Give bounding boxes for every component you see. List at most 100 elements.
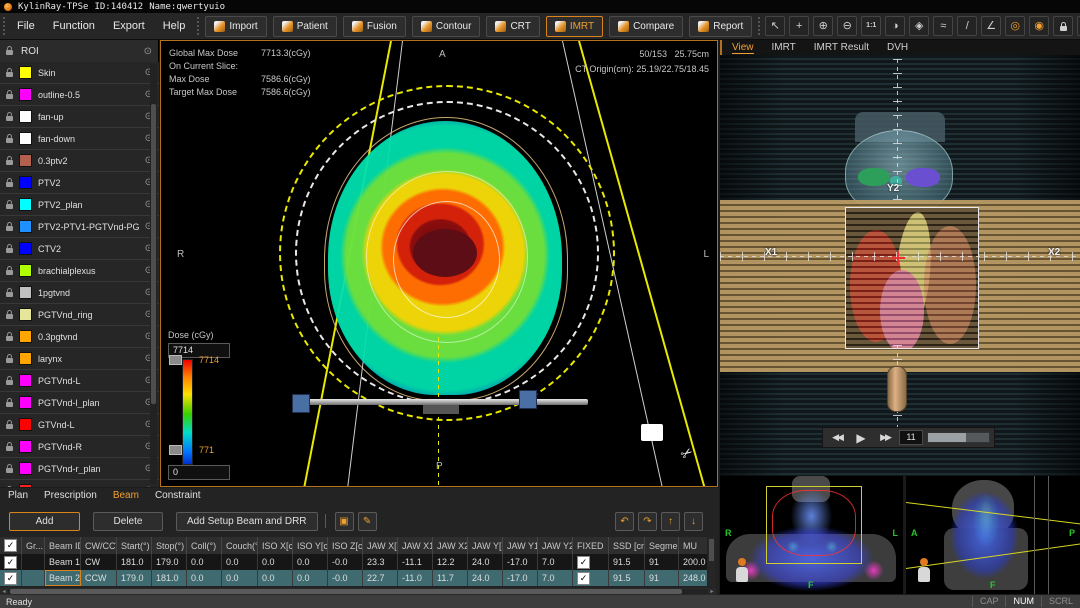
beam-row-1[interactable]: ✓Beam 1CW181.0179.00.00.00.00.0-0.023.3-… (0, 554, 707, 570)
ruler-icon[interactable]: / (957, 16, 977, 36)
cell[interactable]: Beam 1 (45, 554, 81, 570)
cell[interactable]: 23.3 (363, 554, 398, 570)
column-header-MU[interactable]: MU (679, 537, 707, 554)
column-header-Beam ID[interactable]: Beam ID (45, 537, 81, 554)
tab-view[interactable]: View (732, 42, 754, 54)
scroll-right-arrow[interactable]: ▸ (708, 588, 716, 595)
module-crt-button[interactable]: CRT (486, 16, 539, 37)
dose-min-input[interactable]: 0 (168, 465, 230, 480)
add-beam-button[interactable]: Add (9, 512, 80, 531)
roi-item-larynx[interactable]: larynx⊙ (0, 348, 159, 370)
cell[interactable]: 7.0 (538, 570, 573, 586)
pan-icon[interactable]: + (789, 16, 809, 36)
dose-profile-icon[interactable]: ≈ (933, 16, 953, 36)
cell[interactable]: CW (81, 554, 117, 570)
lock-icon[interactable] (6, 314, 13, 319)
segment-number-input[interactable]: 11 (899, 430, 923, 445)
pointer-icon[interactable]: ↖ (765, 16, 785, 36)
module-patient-button[interactable]: Patient (273, 16, 337, 37)
roi-item[interactable]: ⊙ (0, 480, 159, 487)
module-import-button[interactable]: Import (205, 16, 266, 37)
shift-down-icon[interactable]: ↓ (684, 512, 703, 531)
module-imrt-button[interactable]: IMRT (546, 16, 603, 37)
lock-icon[interactable] (6, 468, 13, 473)
rewind-button[interactable]: ◀◀ (827, 432, 847, 443)
zoom-out-icon[interactable]: ⊖ (837, 16, 857, 36)
cell[interactable]: 181.0 (117, 554, 152, 570)
cell[interactable]: ✓ (573, 570, 609, 586)
axial-dose-view[interactable]: ✂ Global Max Dose7713.3(cGy) On Current … (160, 40, 718, 487)
cell[interactable]: -11.1 (398, 554, 433, 570)
cell[interactable] (22, 570, 45, 586)
cell[interactable]: CCW (81, 570, 117, 586)
sagittal-dose-view[interactable]: A P F (906, 476, 1080, 594)
lock-icon[interactable] (6, 204, 13, 209)
cell[interactable]: Beam 2 (45, 570, 81, 586)
cell[interactable]: 248.0 (679, 570, 707, 586)
column-header-JAW Y[c...[interactable]: JAW Y[c... (468, 537, 503, 554)
roi-item-pgtvnd_ring[interactable]: PGTVnd_ring⊙ (0, 304, 159, 326)
roi-item-1pgtvnd[interactable]: 1pgtvnd⊙ (0, 282, 159, 304)
rotate-right-icon[interactable]: ↷ (638, 512, 657, 531)
cell[interactable]: 0.0 (222, 554, 258, 570)
beam-eye-view[interactable]: X1 X2 Y2 ◀◀ ▶ ▶▶ 11 (720, 55, 1080, 476)
roi-item-ctv2[interactable]: CTV2⊙ (0, 238, 159, 260)
checkbox[interactable]: ✓ (577, 572, 590, 585)
eye-icon[interactable]: ⊙ (145, 485, 153, 487)
column-header-FIXED[interactable]: FIXED (573, 537, 609, 554)
cell[interactable]: 12.2 (433, 554, 468, 570)
roi-list-header[interactable]: ROI ⊙ (0, 40, 158, 63)
column-header-Segment[interactable]: Segment (645, 537, 679, 554)
cell[interactable]: 0.0 (258, 570, 293, 586)
checkbox[interactable]: ✓ (4, 539, 17, 552)
column-header-CW/CCW[interactable]: CW/CCW (81, 537, 117, 554)
roi-item-pgtvnd-l[interactable]: PGTVnd-L⊙ (0, 370, 159, 392)
cell[interactable]: 0.0 (258, 554, 293, 570)
lock-icon[interactable] (6, 270, 13, 275)
cell[interactable]: 91 (645, 570, 679, 586)
cell[interactable]: 91 (645, 554, 679, 570)
column-header-Stop(°)[interactable]: Stop(°) (152, 537, 187, 554)
rotate-3d-icon[interactable]: ◈ (909, 16, 929, 36)
cell[interactable]: 7.0 (538, 554, 573, 570)
roi-item-pgtvnd-r_plan[interactable]: PGTVnd-r_plan⊙ (0, 458, 159, 480)
duplicate-beam-icon[interactable]: ▣ (335, 512, 354, 531)
cell[interactable]: 200.0 (679, 554, 707, 570)
cell[interactable]: 181.0 (152, 570, 187, 586)
roi-item-fan-up[interactable]: fan-up⊙ (0, 106, 159, 128)
delete-beam-button[interactable]: Delete (93, 512, 163, 531)
cell[interactable]: 0.0 (293, 570, 328, 586)
table-vscroll-thumb[interactable] (709, 539, 714, 561)
cell[interactable]: 91.5 (609, 570, 645, 586)
roi-item-brachialplexus[interactable]: brachialplexus⊙ (0, 260, 159, 282)
lock-icon[interactable] (6, 50, 13, 55)
cell[interactable]: 24.0 (468, 554, 503, 570)
column-header-ISO Z[c...[interactable]: ISO Z[c... (328, 537, 363, 554)
column-header-ISO X[c...[interactable]: ISO X[c... (258, 537, 293, 554)
lock-icon[interactable] (6, 336, 13, 341)
shift-up-icon[interactable]: ↑ (661, 512, 680, 531)
roi-scrollbar[interactable] (150, 64, 157, 484)
play-button[interactable]: ▶ (851, 431, 871, 445)
lock-icon[interactable] (6, 292, 13, 297)
cell[interactable] (22, 554, 45, 570)
cell[interactable]: -0.0 (328, 554, 363, 570)
isocenter-icon[interactable]: ◎ (1005, 16, 1025, 36)
lock-icon[interactable] (6, 446, 13, 451)
cell[interactable]: ✓ (573, 554, 609, 570)
roi-item-0.3pgtvnd[interactable]: 0.3pgtvnd⊙ (0, 326, 159, 348)
cell[interactable]: -17.0 (503, 570, 538, 586)
colorbar-upper-handle[interactable] (169, 355, 182, 365)
roi-scroll-thumb[interactable] (151, 104, 156, 404)
column-header-SSD [cm][interactable]: SSD [cm] (609, 537, 645, 554)
lock-icon[interactable] (6, 182, 13, 187)
module-compare-button[interactable]: Compare (609, 16, 683, 37)
edit-beam-icon[interactable]: ✎ (358, 512, 377, 531)
actual-size-icon[interactable]: 1:1 (861, 16, 881, 36)
column-header-JAW X[...[interactable]: JAW X[... (363, 537, 398, 554)
lock-icon[interactable] (6, 138, 13, 143)
column-header-Start(°)[interactable]: Start(°) (117, 537, 152, 554)
window-level-icon[interactable]: ◑ (885, 16, 905, 36)
cell[interactable]: 179.0 (117, 570, 152, 586)
lock-icon[interactable] (6, 160, 13, 165)
